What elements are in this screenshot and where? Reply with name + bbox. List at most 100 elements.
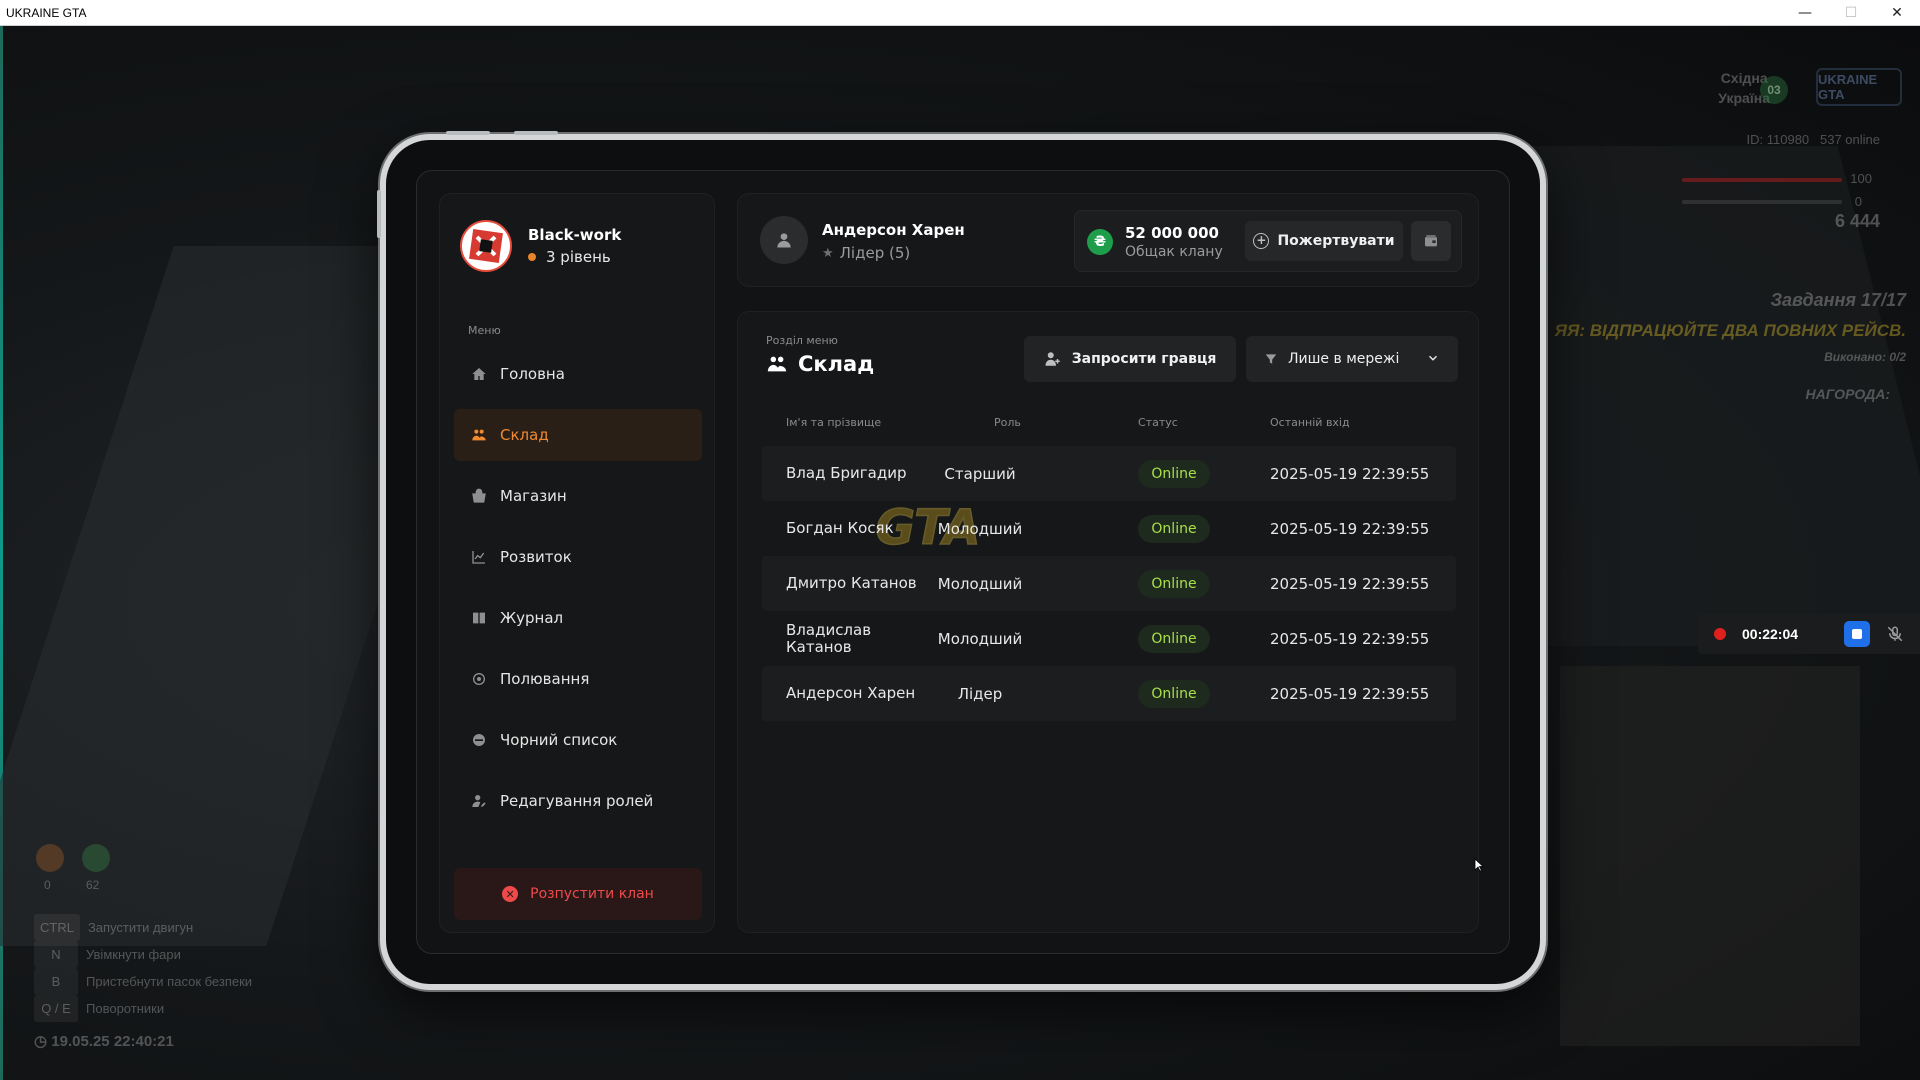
hunger-icon — [36, 844, 64, 872]
level-dot-icon — [528, 253, 536, 261]
member-last-login: 2025-05-19 22:39:55 — [1270, 519, 1430, 538]
user-role-text: Лідер (5) — [839, 244, 911, 262]
clan-name: Black-work — [528, 226, 622, 244]
keybind-row: CTRL Запустити двигун — [34, 914, 252, 941]
sidebar-item-label: Магазин — [500, 487, 567, 505]
keybind-row: Q / E Поворотники — [34, 995, 252, 1022]
member-name: Андерсон Харен — [786, 684, 916, 702]
hud-task-title: Завдання 17/17 — [1770, 290, 1906, 310]
sidebar-menu: Головна Склад Магазин Розвиток Журнал По… — [454, 348, 702, 836]
stop-icon — [1852, 629, 1863, 639]
hud-health-value: 100 — [1850, 171, 1872, 186]
window-titlebar: UKRAINE GTA — ☐ ✕ — [0, 0, 1920, 26]
chart-icon — [470, 548, 488, 566]
member-role: Молодший — [937, 574, 1023, 593]
disband-clan-button[interactable]: ✕ Розпустити клан — [454, 868, 702, 920]
member-role: Молодший — [937, 629, 1023, 648]
status-badge: Online — [1138, 569, 1210, 598]
hud-money: 6 444 — [1834, 211, 1880, 231]
tablet-button-top — [446, 131, 490, 135]
balance-label: Общак клану — [1125, 244, 1223, 260]
key-action: Пристебнути пасок безпеки — [86, 974, 253, 989]
key-action: Поворотники — [86, 1001, 165, 1016]
hud-status-value: 0 — [44, 878, 51, 892]
sidebar-item-blacklist[interactable]: Чорний список — [454, 714, 702, 766]
column-header-status: Статус — [1138, 416, 1178, 429]
sidebar-item-label: Склад — [500, 426, 549, 444]
tablet-frame: Black-work 3 рівень Меню Головна Склад М… — [377, 131, 1546, 990]
clan-level-text: 3 рівень — [546, 248, 611, 266]
plus-circle-icon: + — [1253, 233, 1270, 249]
column-header-last-login: Останній вхід — [1270, 416, 1350, 429]
online-filter-select[interactable]: Лише в мережі — [1246, 336, 1458, 382]
hud-player-id: ID: 110980 537 online — [1747, 132, 1880, 147]
page-title: Склад — [766, 352, 874, 376]
donate-button[interactable]: + Пожертвувати — [1245, 221, 1403, 261]
keybind-row: N Увімкнути фари — [34, 941, 252, 968]
user-card: Андерсон Харен ★ Лідер (5) ₴ 52 000 000 … — [737, 193, 1479, 287]
sidebar-item-label: Розвиток — [500, 548, 572, 566]
status-badge: Online — [1138, 459, 1210, 488]
hud-keybinds: CTRL Запустити двигун N Увімкнути фари B Пр… — [34, 914, 252, 1022]
user-name: Андерсон Харен — [822, 221, 965, 239]
user-icon — [777, 233, 791, 248]
keybind-row: B Пристебнути пасок безпеки — [34, 968, 252, 995]
table-row[interactable]: Андерсон Харен Лідер Online 2025-05-19 2… — [762, 666, 1456, 721]
column-header-role: Роль — [994, 416, 1021, 429]
key-action: Увімкнути фари — [86, 947, 181, 962]
wallet-icon — [1425, 235, 1437, 247]
status-badge: Online — [1138, 624, 1210, 653]
maximize-button[interactable]: ☐ — [1828, 0, 1874, 25]
clan-logo — [460, 220, 512, 272]
member-name: Владислав Катанов — [786, 620, 872, 656]
key-label: N — [34, 941, 78, 968]
sidebar-item-development[interactable]: Розвиток — [454, 531, 702, 583]
clan-level: 3 рівень — [528, 248, 621, 266]
sidebar-item-label: Полювання — [500, 670, 590, 688]
table-row[interactable]: Влад Бригадир Старший Online 2025-05-19 … — [762, 446, 1456, 501]
table-row[interactable]: Дмитро Катанов Молодший Online 2025-05-1… — [762, 556, 1456, 611]
table-row[interactable]: Владислав Катанов Молодший Online 2025-0… — [762, 611, 1456, 666]
sidebar-item-roster[interactable]: Склад — [454, 409, 702, 461]
minimize-button[interactable]: — — [1782, 0, 1828, 25]
user-edit-icon — [470, 792, 488, 810]
window-title: UKRAINE GTA — [6, 5, 87, 20]
people-icon — [470, 426, 488, 444]
sidebar-item-label: Журнал — [500, 609, 564, 627]
stop-recording-button[interactable] — [1844, 621, 1871, 647]
clan-balance: ₴ 52 000 000 Общак клану + Пожертвувати — [1074, 210, 1462, 272]
invite-label: Запросити гравця — [1071, 351, 1217, 367]
tablet-button-top — [514, 131, 558, 135]
page-title-text: Склад — [798, 352, 875, 376]
sidebar-item-journal[interactable]: Журнал — [454, 592, 702, 644]
sidebar-item-edit-roles[interactable]: Редагування ролей — [454, 775, 702, 827]
mic-muted-icon[interactable] — [1882, 621, 1908, 647]
people-icon — [766, 353, 788, 375]
sidebar-item-label: Головна — [500, 365, 565, 383]
member-name: Богдан Косяк — [786, 519, 894, 537]
hryvnia-icon: ₴ — [1087, 229, 1113, 255]
sidebar-item-label: Чорний список — [500, 731, 618, 749]
invite-player-button[interactable]: Запросити гравця — [1024, 336, 1236, 382]
record-dot-icon — [1714, 628, 1726, 640]
section-label: Розділ меню — [766, 334, 838, 347]
clan-info: Black-work 3 рівень — [528, 226, 621, 266]
donate-label: Пожертвувати — [1277, 233, 1395, 249]
wallet-button[interactable] — [1411, 221, 1451, 261]
window-controls: — ☐ ✕ — [1782, 0, 1920, 25]
sidebar-item-home[interactable]: Головна — [454, 348, 702, 400]
filter-value: Лише в мережі — [1288, 351, 1400, 367]
table-row[interactable]: Богдан Косяк Молодший Online 2025-05-19 … — [762, 501, 1456, 556]
sidebar-item-label: Редагування ролей — [500, 792, 654, 810]
clan-header: Black-work 3 рівень — [460, 220, 621, 272]
member-name: Влад Бригадир — [786, 464, 907, 482]
member-last-login: 2025-05-19 22:39:55 — [1270, 629, 1430, 648]
shop-icon — [470, 487, 488, 505]
sidebar-item-hunting[interactable]: Полювання — [454, 653, 702, 705]
hud-datetime: ◷ 19.05.25 22:40:21 — [34, 1032, 174, 1050]
hud-region-badge: 03 — [1760, 76, 1788, 104]
close-button[interactable]: ✕ — [1874, 0, 1920, 25]
sidebar: Black-work 3 рівень Меню Головна Склад М… — [439, 193, 715, 933]
sidebar-item-shop[interactable]: Магазин — [454, 470, 702, 522]
home-icon — [470, 365, 488, 383]
